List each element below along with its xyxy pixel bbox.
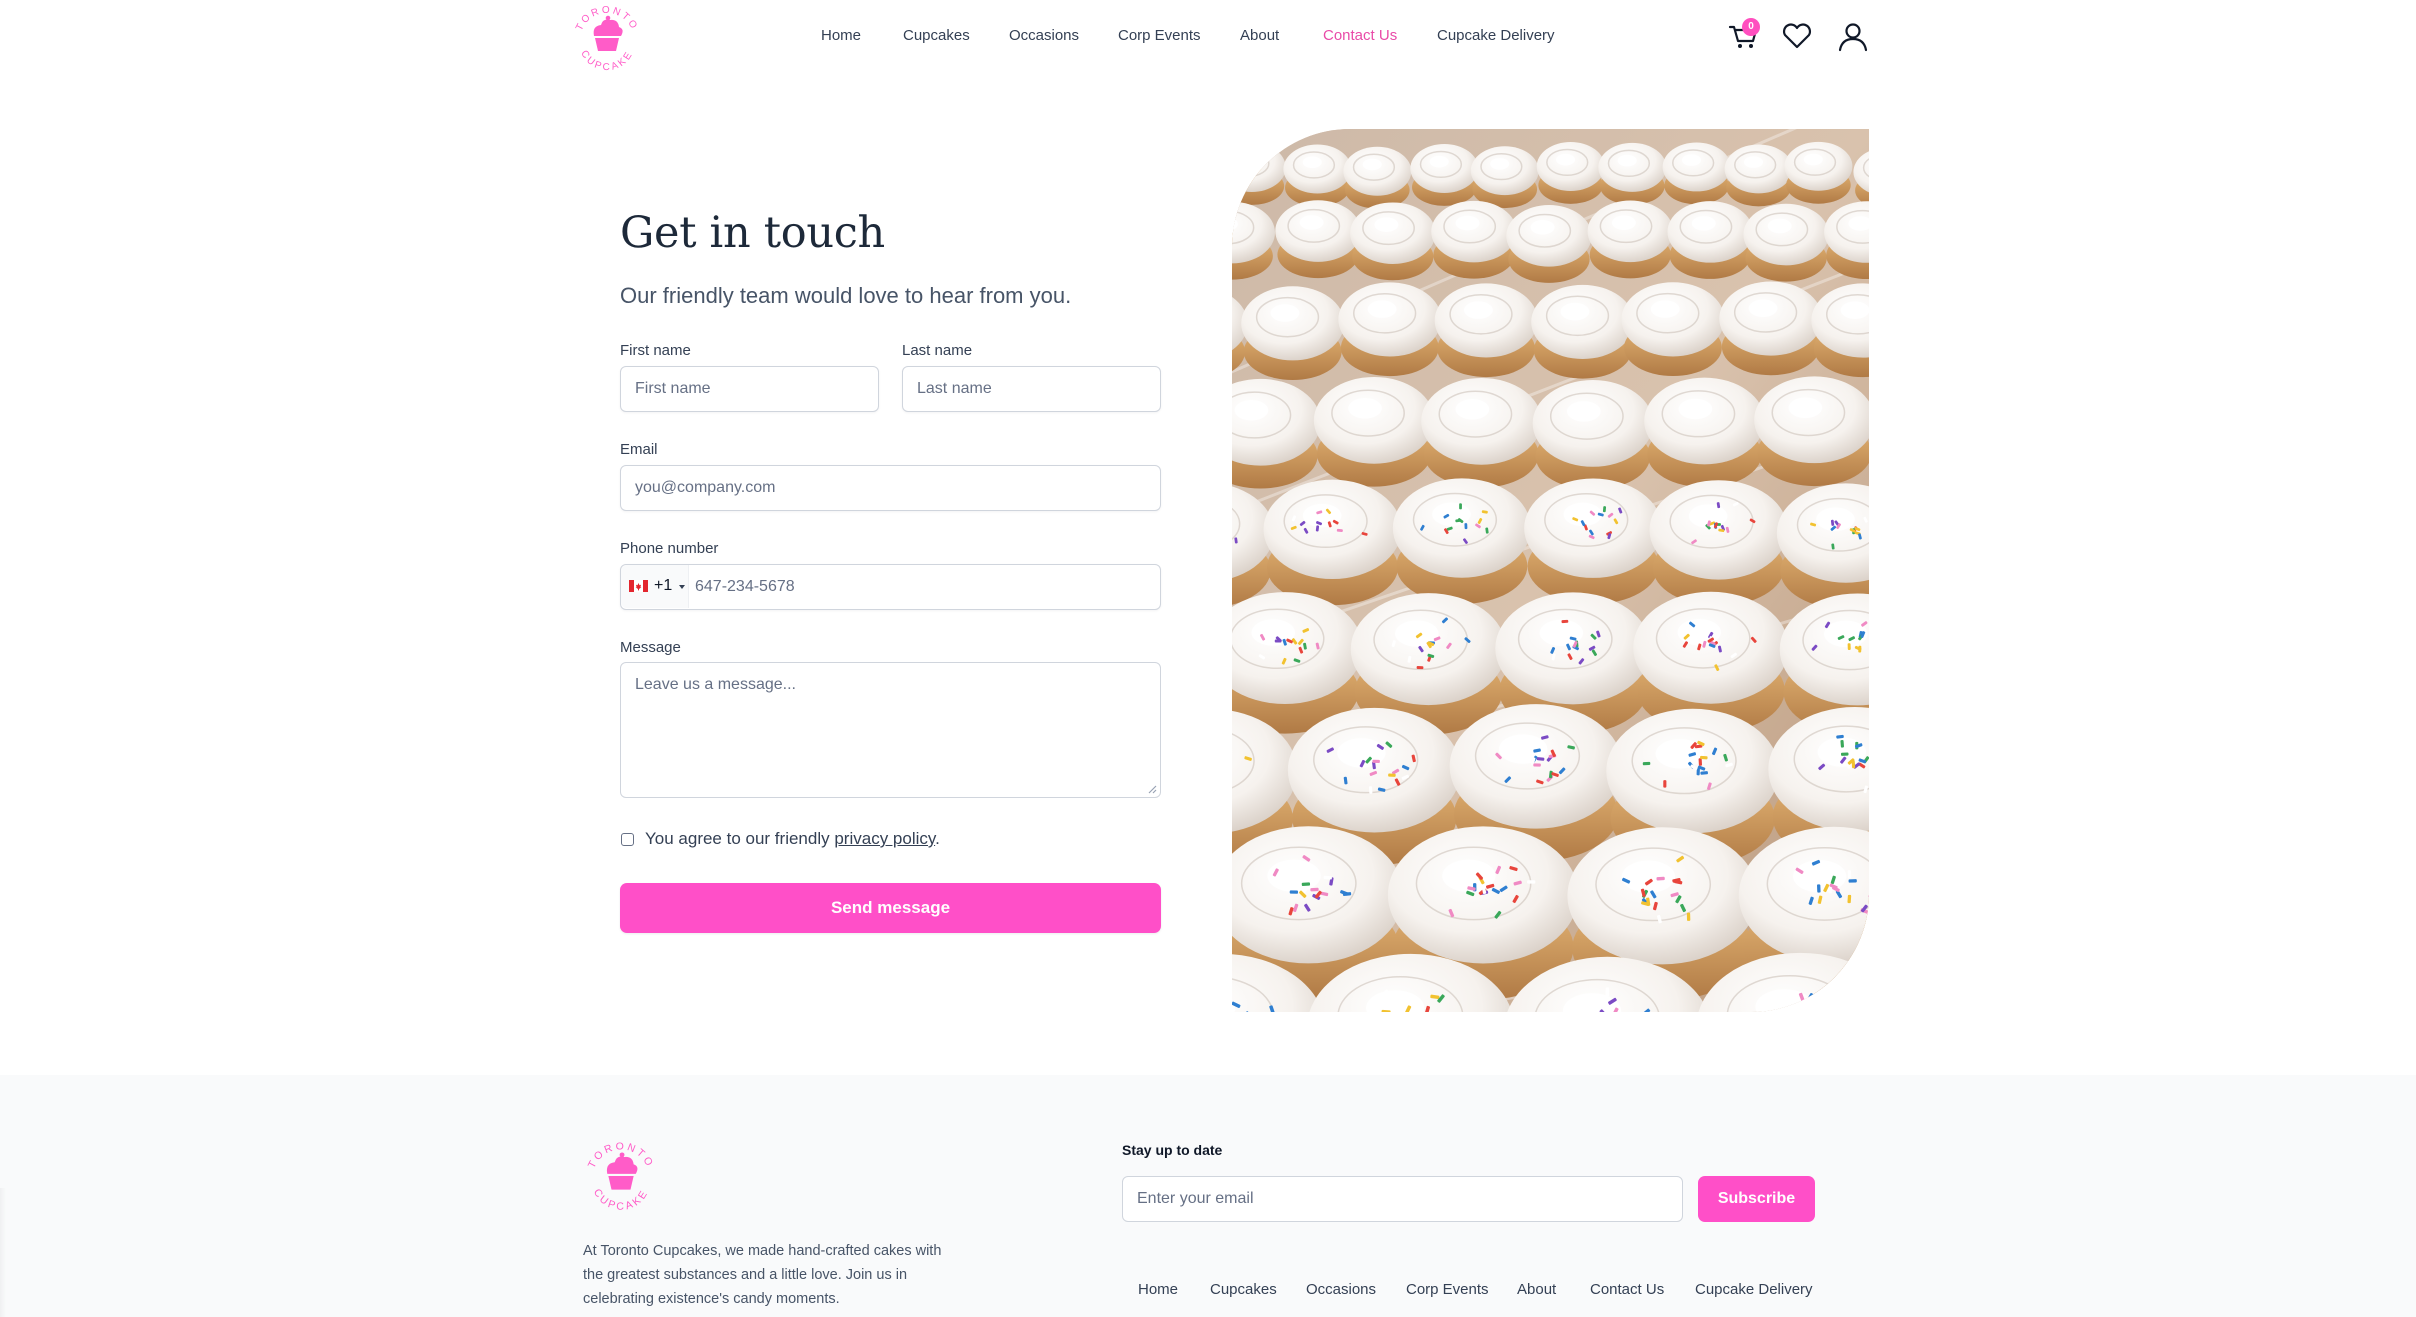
agree-prefix: You agree to our friendly — [645, 829, 835, 848]
resize-handle-icon[interactable] — [1147, 784, 1157, 794]
email-placeholder: you@company.com — [635, 479, 776, 496]
nav-cupcake-delivery[interactable]: Cupcake Delivery — [1437, 27, 1555, 44]
nav-about[interactable]: About — [1240, 27, 1279, 44]
newsletter-title: Stay up to date — [1122, 1142, 1223, 1158]
nav-occasions[interactable]: Occasions — [1009, 27, 1079, 44]
message-textarea[interactable]: Leave us a message... — [620, 662, 1161, 798]
nav-corp-events[interactable]: Corp Events — [1118, 27, 1201, 44]
country-code-value: +1 — [654, 577, 673, 594]
footer-link-cupcake-delivery[interactable]: Cupcake Delivery — [1695, 1281, 1813, 1298]
svg-text:CUPCAKE: CUPCAKE — [591, 1187, 651, 1213]
country-code-select[interactable]: +1 — [621, 565, 689, 608]
newsletter-email-input[interactable]: Enter your email — [1122, 1176, 1683, 1222]
cupcakes-photo — [1232, 129, 1869, 1012]
phone-label: Phone number — [620, 540, 719, 557]
first-name-label: First name — [620, 342, 691, 359]
privacy-agreement-text: You agree to our friendly privacy policy… — [645, 829, 940, 849]
newsletter-email-placeholder: Enter your email — [1137, 1190, 1254, 1207]
page-title: Get in touch — [620, 208, 885, 258]
footer-link-occasions[interactable]: Occasions — [1306, 1281, 1376, 1298]
page-subtitle: Our friendly team would love to hear fro… — [620, 283, 1072, 308]
nav-home[interactable]: Home — [821, 27, 861, 44]
last-name-field[interactable]: Last name — [902, 366, 1161, 412]
phone-field[interactable]: +1 647-234-5678 — [620, 564, 1161, 610]
last-name-label: Last name — [902, 342, 973, 359]
toronto-cupcake-logo[interactable]: TORONTO CUPCAKE — [570, 2, 644, 76]
privacy-policy-link[interactable]: privacy policy — [834, 829, 935, 848]
send-message-button[interactable]: Send message — [620, 883, 1161, 933]
last-name-placeholder: Last name — [917, 380, 992, 397]
site-header: TORONTO CUPCAKE Home Cupcakes Occasions … — [0, 0, 2416, 78]
footer-link-corp-events[interactable]: Corp Events — [1406, 1281, 1489, 1298]
chevron-down-icon — [679, 585, 685, 589]
email-label: Email — [620, 441, 658, 458]
canada-flag-icon — [629, 580, 648, 592]
nav-cupcakes[interactable]: Cupcakes — [903, 27, 970, 44]
user-icon[interactable] — [1836, 19, 1870, 53]
svg-text:CUPCAKE: CUPCAKE — [578, 49, 636, 73]
phone-placeholder: 647-234-5678 — [695, 578, 795, 595]
privacy-checkbox[interactable] — [621, 833, 634, 846]
subscribe-button[interactable]: Subscribe — [1698, 1176, 1815, 1222]
cart-count-badge: 0 — [1742, 18, 1760, 36]
heart-icon[interactable] — [1780, 19, 1814, 53]
footer-description: At Toronto Cupcakes, we made hand-crafte… — [583, 1243, 942, 1307]
email-field[interactable]: you@company.com — [620, 465, 1161, 511]
footer-logo[interactable]: TORONTO CUPCAKE — [582, 1138, 660, 1216]
cupcakes-image — [1232, 129, 1869, 1012]
message-label: Message — [620, 639, 681, 656]
message-placeholder: Leave us a message... — [635, 676, 796, 693]
agree-suffix: . — [935, 829, 940, 848]
footer-link-about[interactable]: About — [1517, 1281, 1556, 1298]
footer-edge-shadow — [0, 1188, 6, 1317]
footer-link-home[interactable]: Home — [1138, 1281, 1178, 1298]
first-name-placeholder: First name — [635, 380, 711, 397]
first-name-field[interactable]: First name — [620, 366, 879, 412]
footer-link-cupcakes[interactable]: Cupcakes — [1210, 1281, 1277, 1298]
footer-link-contact-us[interactable]: Contact Us — [1590, 1281, 1664, 1298]
nav-contact-us[interactable]: Contact Us — [1323, 27, 1397, 44]
